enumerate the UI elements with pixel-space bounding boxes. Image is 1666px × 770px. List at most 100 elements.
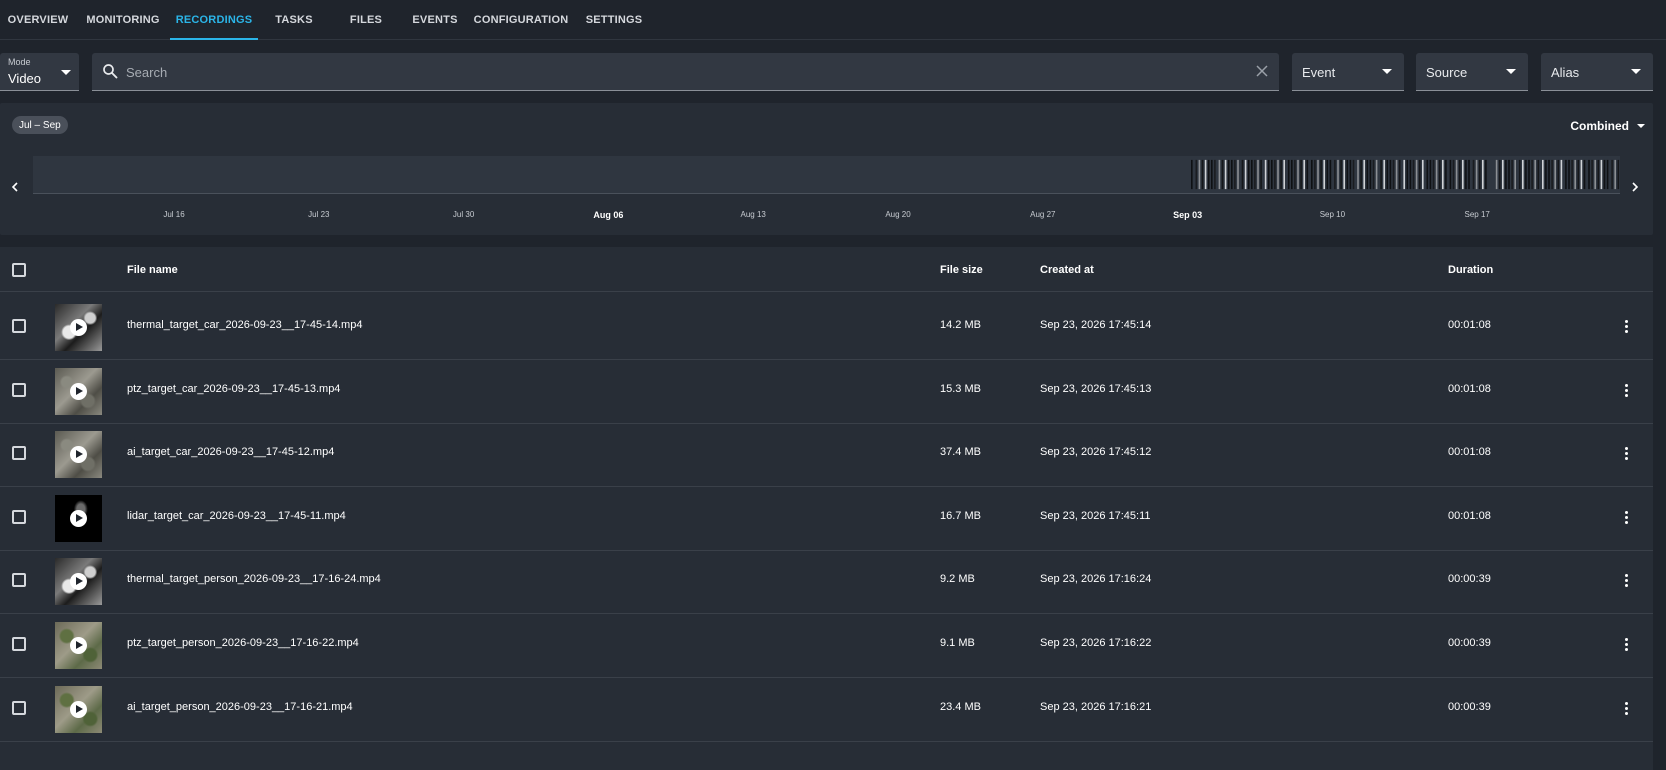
recording-marker[interactable]: [1251, 159, 1253, 190]
recording-marker[interactable]: [1482, 159, 1484, 190]
recording-marker[interactable]: [1485, 159, 1487, 190]
recording-marker[interactable]: [1403, 159, 1405, 190]
recording-marker[interactable]: [1204, 159, 1207, 190]
tab-recordings[interactable]: RECORDINGS: [170, 0, 258, 40]
table-row[interactable]: ai_target_car_2026-09-23__17-45-12.mp4 37…: [0, 420, 1653, 488]
video-thumbnail[interactable]: [55, 494, 102, 542]
recording-marker[interactable]: [1435, 159, 1438, 190]
row-checkbox[interactable]: [12, 509, 26, 524]
recording-marker[interactable]: [1337, 159, 1339, 190]
recording-marker[interactable]: [1508, 159, 1510, 190]
recording-marker[interactable]: [1334, 159, 1336, 190]
table-row[interactable]: lidar_target_car_2026-09-23__17-45-11.mp…: [0, 484, 1653, 551]
video-thumbnail[interactable]: [55, 685, 102, 733]
recording-marker[interactable]: [1241, 159, 1244, 190]
recording-marker[interactable]: [1280, 159, 1282, 190]
recording-marker[interactable]: [1502, 159, 1504, 190]
recording-marker[interactable]: [1478, 159, 1481, 190]
play-icon[interactable]: [70, 573, 87, 591]
chevron-right-icon[interactable]: [1631, 181, 1639, 195]
recording-marker[interactable]: [1386, 159, 1389, 190]
recording-marker[interactable]: [1511, 159, 1513, 190]
recording-marker[interactable]: [1534, 159, 1536, 190]
recording-marker[interactable]: [1320, 159, 1322, 190]
recording-marker[interactable]: [1597, 159, 1600, 190]
recording-marker[interactable]: [1329, 159, 1332, 190]
file-name[interactable]: ai_target_car_2026-09-23__17-45-12.mp4: [127, 446, 334, 458]
select-all-checkbox[interactable]: [12, 263, 26, 277]
recording-marker[interactable]: [1571, 159, 1573, 190]
more-options-icon[interactable]: [1620, 699, 1632, 717]
more-options-icon[interactable]: [1620, 635, 1632, 653]
recording-marker[interactable]: [1600, 159, 1603, 190]
file-name[interactable]: thermal_target_car_2026-09-23__17-45-14.…: [127, 319, 362, 331]
search-field[interactable]: [92, 53, 1279, 91]
recording-marker[interactable]: [1234, 159, 1236, 190]
more-options-icon[interactable]: [1620, 571, 1632, 589]
recording-marker[interactable]: [1432, 159, 1435, 190]
tab-configuration[interactable]: CONFIGURATION: [468, 0, 574, 39]
recording-marker[interactable]: [1375, 159, 1378, 190]
recording-marker[interactable]: [1267, 159, 1270, 190]
recording-marker[interactable]: [1472, 159, 1475, 190]
col-created-at[interactable]: Created at: [1040, 264, 1094, 276]
table-row[interactable]: ptz_target_car_2026-09-23__17-45-13.mp4 1…: [0, 357, 1653, 424]
recording-marker[interactable]: [1244, 159, 1247, 190]
row-checkbox[interactable]: [12, 700, 26, 715]
recording-marker[interactable]: [1311, 159, 1313, 190]
recording-marker[interactable]: [1254, 159, 1256, 190]
recording-marker[interactable]: [1518, 159, 1521, 190]
recording-marker[interactable]: [1366, 159, 1369, 190]
recording-marker[interactable]: [1352, 159, 1355, 190]
recording-marker[interactable]: [1545, 159, 1547, 190]
recording-marker[interactable]: [1264, 159, 1267, 190]
recording-marker[interactable]: [1271, 159, 1273, 190]
recording-marker[interactable]: [1458, 159, 1461, 190]
recording-marker[interactable]: [1300, 159, 1302, 190]
source-select[interactable]: Source: [1416, 53, 1528, 91]
recording-marker[interactable]: [1294, 159, 1296, 190]
play-icon[interactable]: [70, 319, 87, 336]
recording-marker[interactable]: [1326, 159, 1329, 190]
recording-marker[interactable]: [1283, 159, 1285, 190]
recording-marker[interactable]: [1415, 159, 1418, 190]
tab-events[interactable]: EVENTS: [402, 0, 468, 39]
recording-marker[interactable]: [1548, 159, 1550, 190]
video-thumbnail[interactable]: [55, 367, 102, 415]
recording-marker[interactable]: [1343, 159, 1345, 190]
recording-marker[interactable]: [1498, 159, 1501, 190]
recording-marker[interactable]: [1303, 159, 1305, 190]
recording-marker[interactable]: [1577, 159, 1580, 190]
recording-marker[interactable]: [1306, 159, 1309, 190]
date-range-chip[interactable]: Jul – Sep: [12, 116, 68, 134]
play-icon[interactable]: [70, 509, 87, 527]
recording-marker[interactable]: [1606, 159, 1609, 190]
file-name[interactable]: thermal_target_person_2026-09-23__17-16-…: [127, 573, 381, 585]
recording-marker[interactable]: [1297, 159, 1299, 190]
recording-marker[interactable]: [1495, 159, 1498, 190]
file-name[interactable]: ptz_target_car_2026-09-23__17-45-13.mp4: [127, 383, 340, 395]
row-checkbox[interactable]: [12, 637, 26, 651]
more-options-icon[interactable]: [1620, 508, 1632, 526]
recording-marker[interactable]: [1274, 159, 1276, 190]
file-name[interactable]: ai_target_person_2026-09-23__17-16-21.mp…: [127, 701, 353, 713]
recording-marker[interactable]: [1557, 159, 1560, 190]
recording-marker[interactable]: [1445, 159, 1447, 190]
search-input[interactable]: [126, 61, 1226, 83]
recording-marker[interactable]: [1340, 159, 1342, 190]
file-name[interactable]: lidar_target_car_2026-09-23__17-45-11.mp…: [127, 510, 346, 522]
recording-marker[interactable]: [1542, 159, 1544, 190]
row-checkbox[interactable]: [12, 382, 26, 397]
recording-marker[interactable]: [1231, 159, 1233, 190]
recording-marker[interactable]: [1221, 159, 1224, 190]
recording-marker[interactable]: [1227, 159, 1230, 190]
recording-marker[interactable]: [1372, 159, 1375, 190]
recording-marker[interactable]: [1257, 159, 1259, 190]
recording-marker[interactable]: [1528, 159, 1530, 190]
row-checkbox[interactable]: [12, 446, 26, 461]
recording-marker[interactable]: [1614, 159, 1616, 190]
recording-marker[interactable]: [1522, 159, 1524, 190]
tab-files[interactable]: FILES: [330, 0, 402, 39]
recording-marker[interactable]: [1603, 159, 1606, 190]
recording-marker[interactable]: [1574, 159, 1576, 190]
